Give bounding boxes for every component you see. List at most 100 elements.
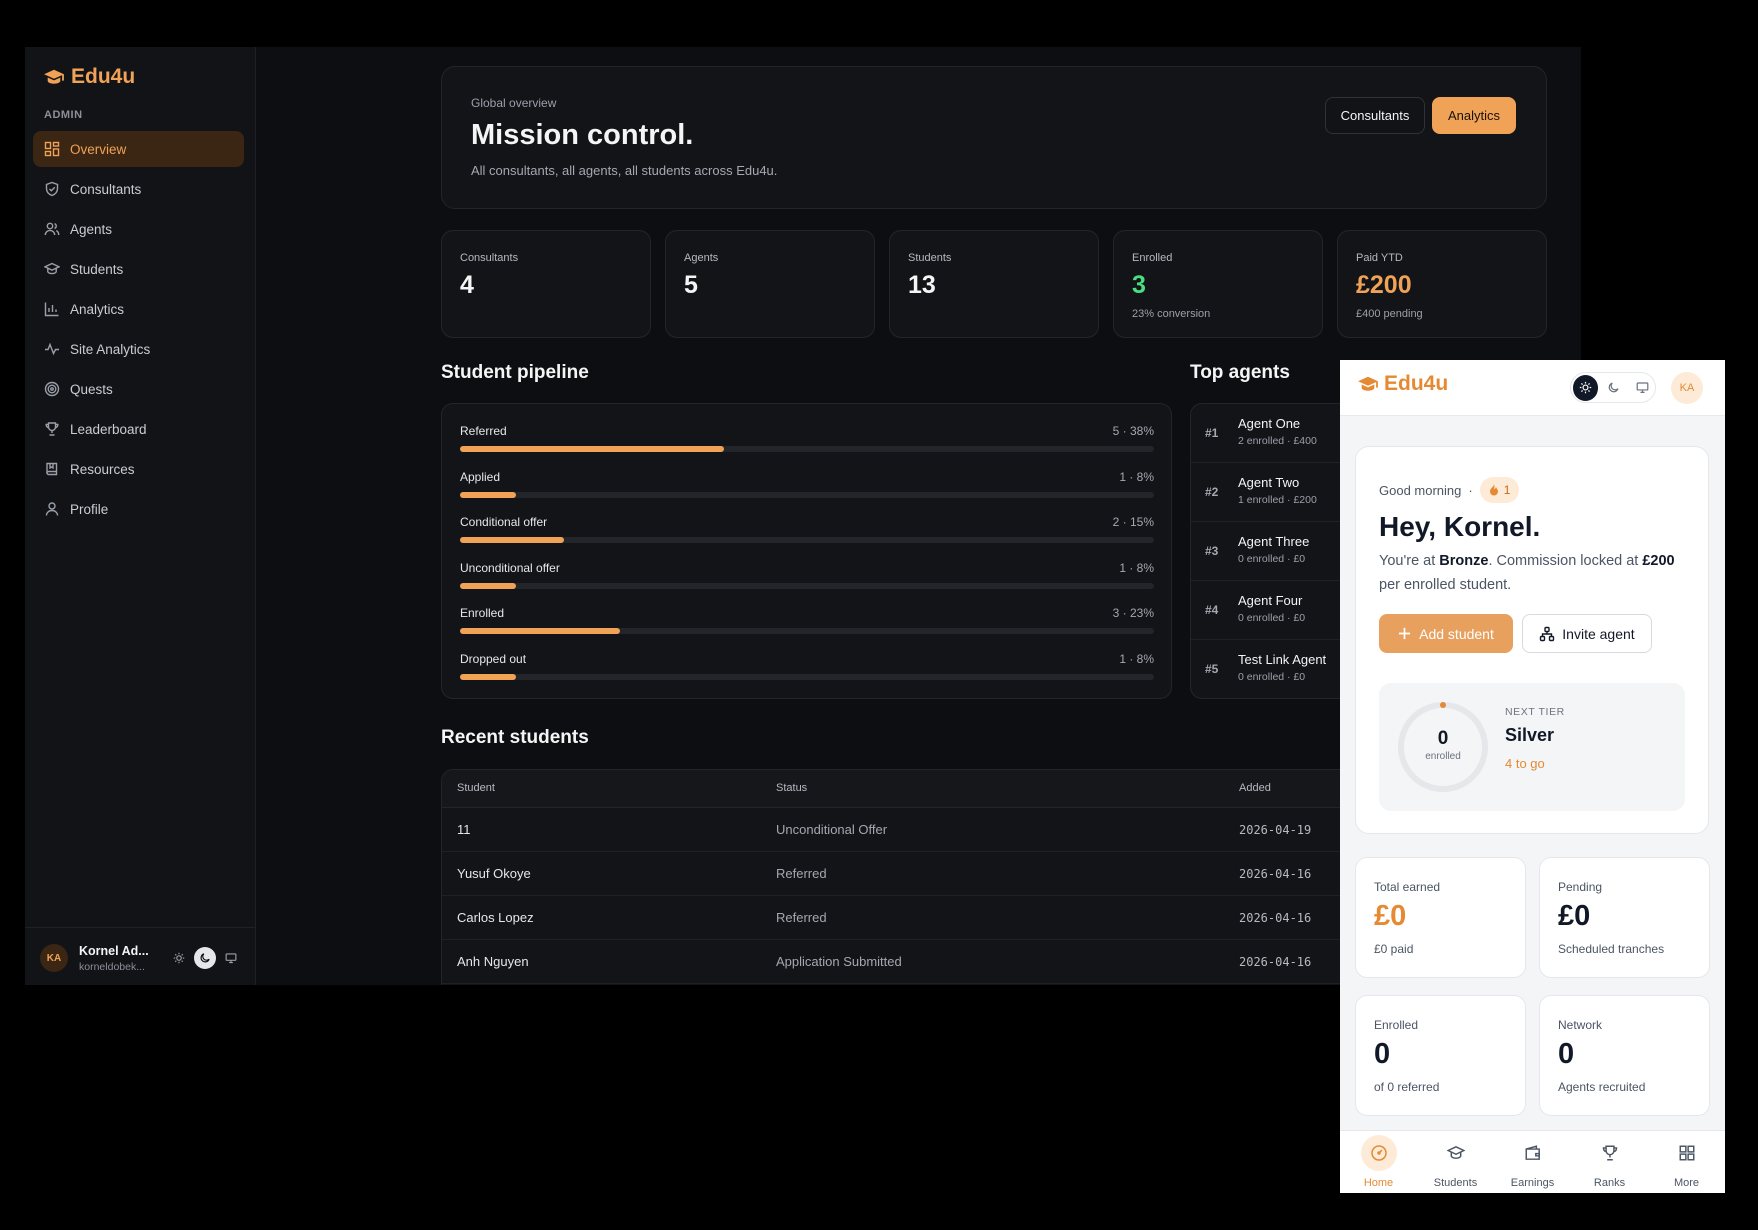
consultants-button[interactable]: Consultants [1325, 97, 1425, 134]
light-theme-button[interactable] [1573, 374, 1599, 401]
stat-sub: Scheduled tranches [1558, 942, 1665, 956]
sidebar-nav: Overview Consultants Agents Students Ana… [33, 131, 244, 531]
graduation-cap-icon [1357, 375, 1379, 393]
student-name: Carlos Lopez [457, 910, 534, 925]
pipeline-label: Conditional offer [460, 515, 548, 529]
trophy-icon [1592, 1135, 1628, 1171]
analytics-button[interactable]: Analytics [1432, 97, 1516, 134]
streak-count: 1 [1503, 483, 1511, 497]
stat-sub: Agents recruited [1558, 1080, 1646, 1094]
student-name: Yusuf Okoye [457, 866, 531, 881]
brand-logo[interactable]: Edu4u [1357, 372, 1448, 396]
next-tier-remaining: 4 to go [1505, 756, 1545, 771]
bottom-tab-bar: Home Students Earnings Ranks More [1340, 1130, 1725, 1193]
pipeline-value: 1 · 8% [1119, 561, 1154, 575]
invite-agent-button[interactable]: Invite agent [1522, 614, 1652, 653]
mobile-top-bar: Edu4u KA [1340, 360, 1725, 416]
agent-meta: 0 enrolled · £0 [1238, 553, 1306, 565]
next-tier-name: Silver [1505, 725, 1555, 745]
dark-theme-button[interactable] [194, 947, 216, 969]
stat-value: £0 [1558, 900, 1591, 932]
tab-label: Students [1433, 1177, 1478, 1189]
tab-label: Home [1363, 1177, 1394, 1189]
stat-label: Students [908, 252, 952, 264]
tab-more[interactable]: More [1648, 1131, 1725, 1193]
sidebar-item-consultants[interactable]: Consultants [33, 171, 244, 207]
tab-ranks[interactable]: Ranks [1571, 1131, 1648, 1193]
student-status: Unconditional Offer [776, 822, 888, 837]
agent-rank: #1 [1205, 426, 1219, 440]
sidebar-item-agents[interactable]: Agents [33, 211, 244, 247]
sidebar-item-overview[interactable]: Overview [33, 131, 244, 167]
light-theme-button[interactable] [168, 947, 190, 969]
stat-value: £0 [1374, 900, 1407, 932]
user-email: korneldobek... [79, 961, 145, 973]
agent-mobile-window: Edu4u KA Good morning · 1 Hey, Kornel. Y… [1340, 360, 1725, 1193]
pipeline-track [460, 492, 1154, 498]
pipeline-label: Dropped out [460, 652, 527, 666]
agent-name: Agent Four [1238, 593, 1303, 608]
activity-icon [44, 341, 60, 357]
moon-icon [1607, 381, 1620, 394]
streak-badge: 1 [1479, 477, 1520, 503]
pipeline-bar [460, 628, 620, 634]
sidebar-item-label: Overview [70, 141, 127, 157]
stat-label: Network [1558, 1018, 1603, 1032]
pipeline-title: Student pipeline [441, 362, 589, 383]
agent-meta: 0 enrolled · £0 [1238, 612, 1306, 624]
sidebar-item-profile[interactable]: Profile [33, 491, 244, 527]
stat-sub: £0 paid [1374, 942, 1414, 956]
moon-icon [199, 952, 211, 964]
monitor-icon [1636, 381, 1649, 394]
agent-name: Agent Two [1238, 475, 1300, 490]
pipeline-row: Applied 1 · 8% [460, 470, 1154, 510]
sidebar-item-analytics[interactable]: Analytics [33, 291, 244, 327]
sidebar-section-label: ADMIN [44, 109, 83, 121]
next-tier-eyebrow: NEXT TIER [1505, 706, 1565, 718]
stat-value: 13 [908, 271, 936, 299]
pipeline-bar [460, 674, 516, 680]
sidebar-item-leaderboard[interactable]: Leaderboard [33, 411, 244, 447]
add-student-button[interactable]: Add student [1379, 614, 1513, 653]
column-header-student[interactable]: Student [457, 782, 495, 794]
pipeline-bar [460, 583, 516, 589]
sidebar-item-label: Consultants [70, 181, 142, 197]
pipeline-value: 1 · 8% [1119, 470, 1154, 484]
pipeline-track [460, 628, 1154, 634]
greeting-text: Good morning [1379, 482, 1462, 498]
sidebar-item-quests[interactable]: Quests [33, 371, 244, 407]
theme-switcher [168, 947, 242, 969]
wallet-icon [1515, 1135, 1551, 1171]
column-header-status[interactable]: Status [776, 782, 807, 794]
brand-logo[interactable]: Edu4u [43, 65, 135, 89]
sidebar-item-site-analytics[interactable]: Site Analytics [33, 331, 244, 367]
page-title: Hey, Kornel. [1379, 511, 1541, 542]
stat-label: Pending [1558, 880, 1603, 894]
desc-text: . Commission locked at [1488, 553, 1643, 569]
tab-home[interactable]: Home [1340, 1131, 1417, 1193]
top-agents-title: Top agents [1190, 362, 1290, 383]
agent-meta: 0 enrolled · £0 [1238, 671, 1306, 683]
graduation-cap-icon [43, 68, 65, 86]
agent-rank: #3 [1205, 544, 1219, 558]
system-theme-button[interactable] [1630, 375, 1655, 401]
shield-icon [44, 181, 60, 197]
column-header-added[interactable]: Added [1239, 782, 1271, 794]
welcome-card: Good morning · 1 Hey, Kornel. You're at … [1355, 446, 1709, 834]
avatar[interactable]: KA [1671, 372, 1703, 404]
student-status: Application Submitted [776, 954, 902, 969]
student-status: Referred [776, 910, 827, 925]
sidebar-item-resources[interactable]: Resources [33, 451, 244, 487]
commission-amount: £200 [1642, 553, 1675, 569]
agent-meta: 1 enrolled · £200 [1238, 494, 1317, 506]
sidebar-item-label: Resources [70, 461, 135, 477]
tab-students[interactable]: Students [1417, 1131, 1494, 1193]
stat-card-paid-ytd: Paid YTD £200 £400 pending [1337, 230, 1547, 338]
sidebar-item-students[interactable]: Students [33, 251, 244, 287]
system-theme-button[interactable] [220, 947, 242, 969]
avatar[interactable]: KA [40, 944, 68, 972]
grid-icon [1669, 1135, 1705, 1171]
stat-card-consultants: Consultants 4 [441, 230, 651, 338]
tab-earnings[interactable]: Earnings [1494, 1131, 1571, 1193]
dark-theme-button[interactable] [1601, 375, 1626, 401]
